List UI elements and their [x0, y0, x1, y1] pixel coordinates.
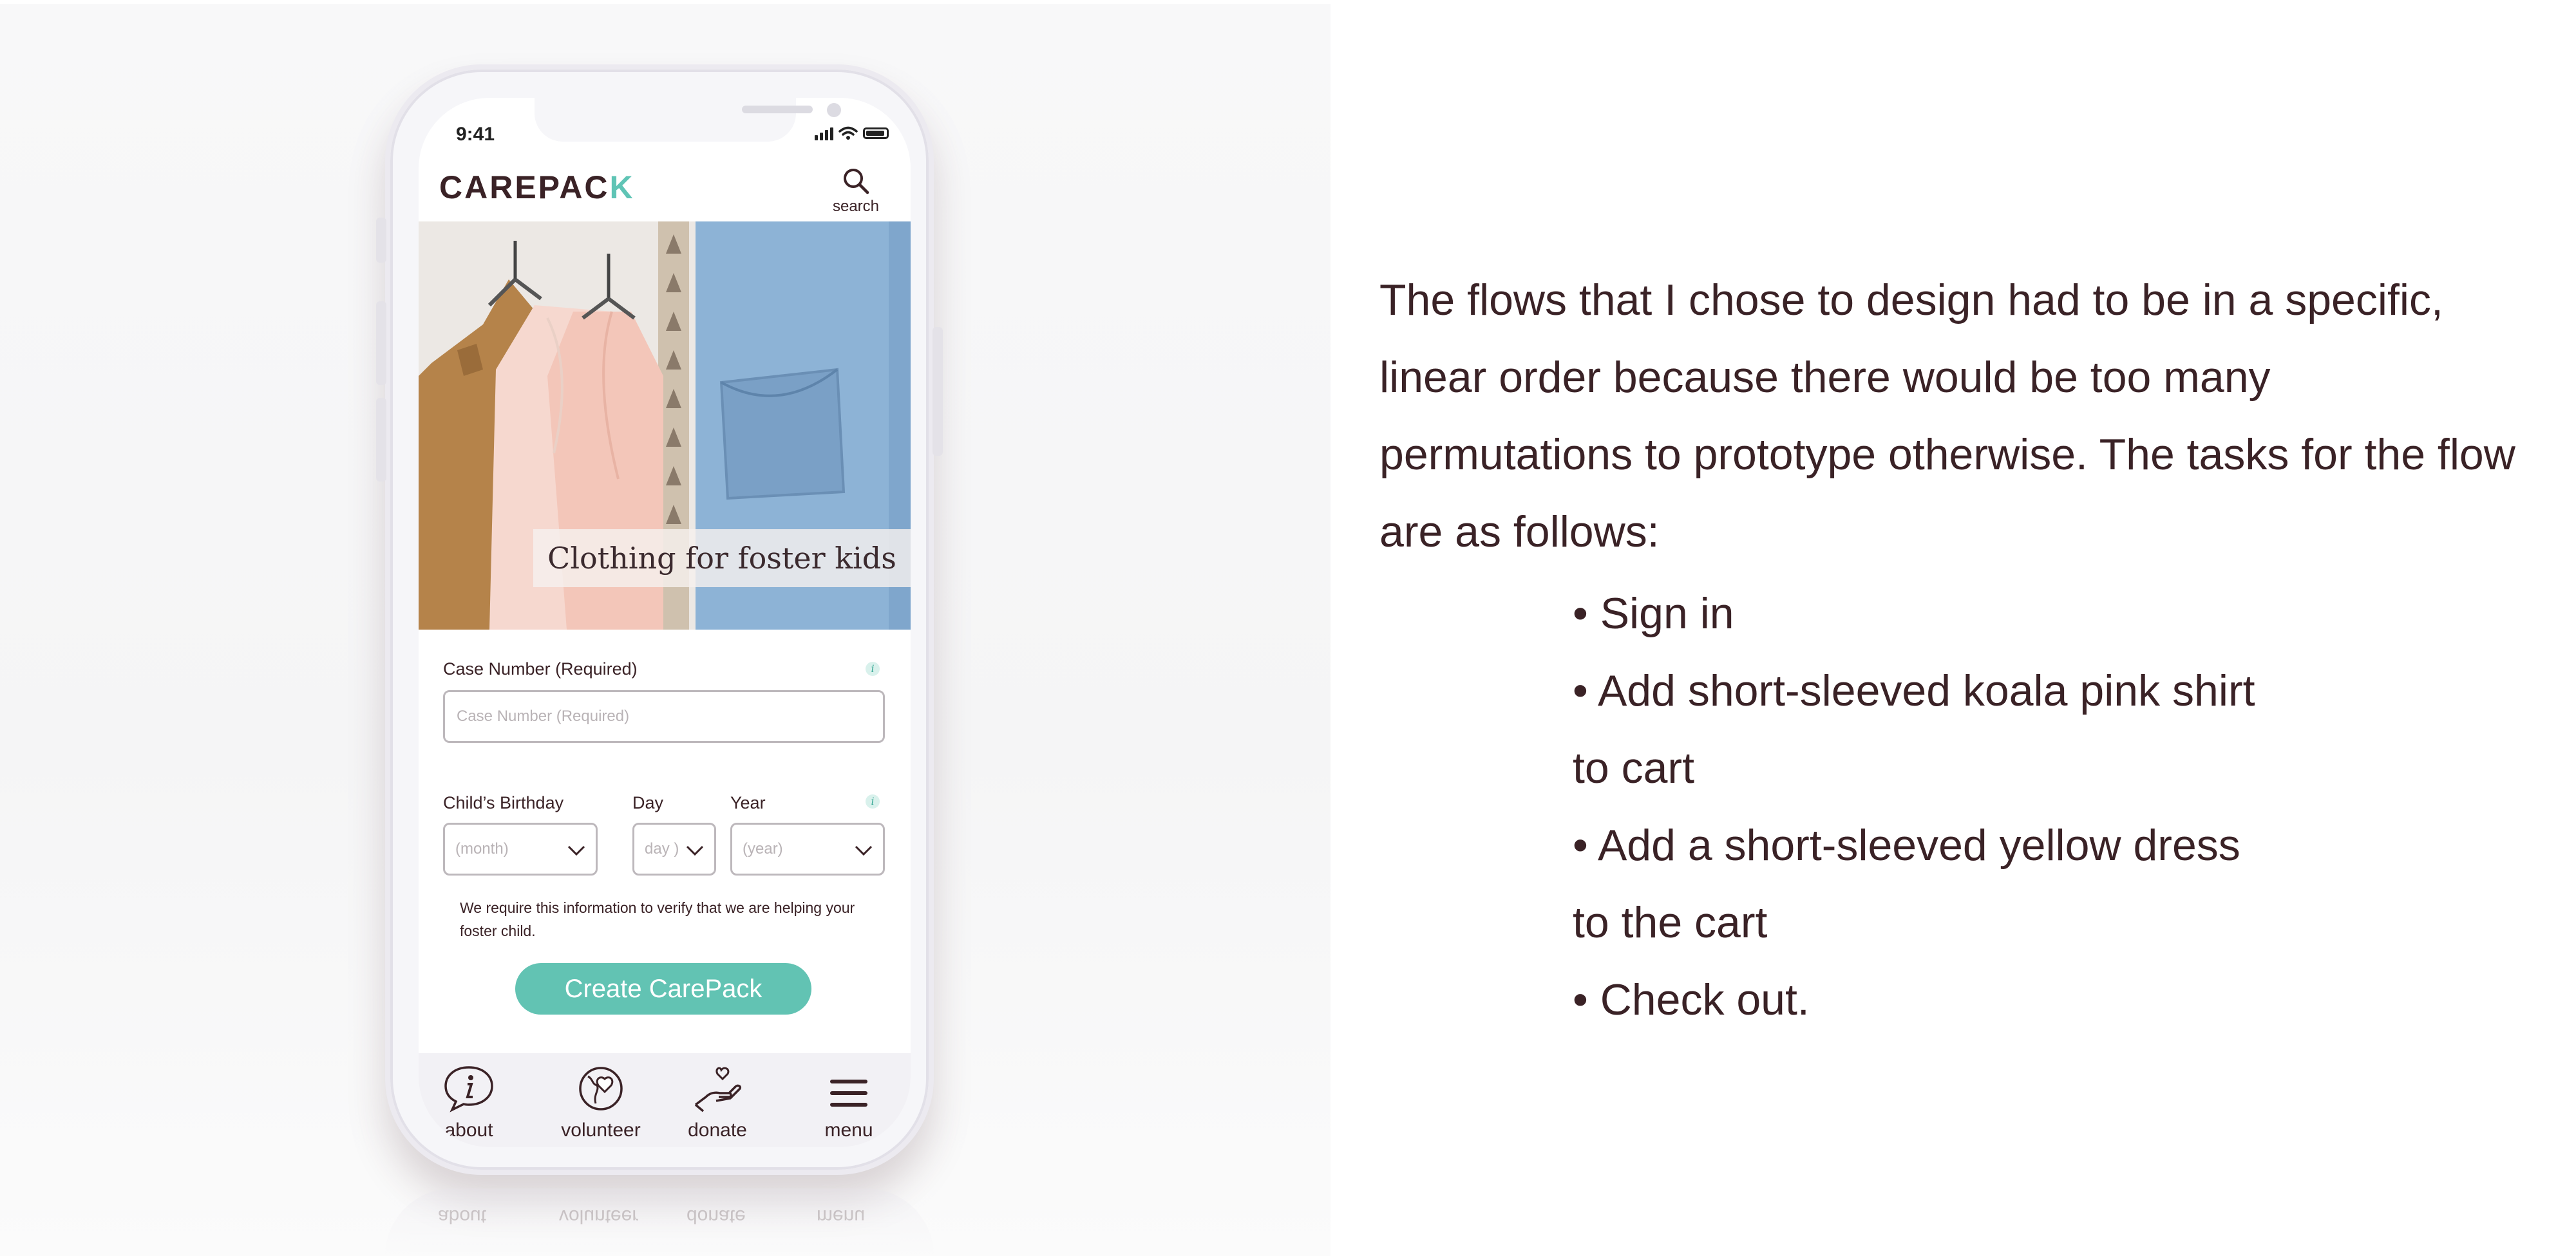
task-list: • Sign in • Add short-sleeved koala pink… — [1573, 575, 2281, 1038]
bottom-tab-bar: about volunteer donate menu — [419, 1053, 911, 1147]
case-number-info-icon[interactable]: i — [866, 662, 880, 676]
month-value: (month) — [455, 840, 509, 858]
tab-menu[interactable]: menu — [810, 1065, 887, 1141]
phone-notch — [535, 98, 841, 142]
flow-description: The flows that I chose to design had to … — [1379, 276, 2515, 556]
reflection-volunteer: volunteer — [559, 1206, 639, 1227]
hero-image: Clothing for foster kids — [419, 221, 911, 630]
task-item: • Add short-sleeved koala pink shirt to … — [1573, 666, 2255, 792]
task-item: • Add a short-sleeved yellow dress to th… — [1573, 821, 2240, 947]
task-item: • Check out. — [1573, 975, 1810, 1024]
tab-donate[interactable]: donate — [679, 1065, 756, 1141]
reflection-donate: donate — [687, 1206, 746, 1227]
logo-text: CAREPAC — [439, 169, 610, 205]
phone-reflection: about volunteer donate menu — [385, 1188, 934, 1256]
battery-icon — [863, 127, 889, 139]
phone-screen: 9:41 CAREPACK search Clothing for foster… — [419, 98, 911, 1147]
tab-volunteer[interactable]: volunteer — [553, 1065, 649, 1141]
case-number-label: Case Number (Required) — [443, 659, 638, 679]
helper-text: We require this information to verify th… — [460, 899, 855, 939]
hero-caption: Clothing for foster kids — [533, 529, 911, 587]
day-select[interactable]: day ) — [632, 823, 716, 876]
power-button — [933, 327, 943, 456]
birthday-info-icon[interactable]: i — [866, 794, 880, 809]
year-label: Year — [730, 793, 766, 812]
carepack-logo[interactable]: CAREPACK — [439, 169, 635, 206]
hand-heart-icon — [694, 1067, 742, 1112]
reflection-menu: menu — [817, 1206, 866, 1227]
chevron-down-icon — [567, 845, 585, 856]
mute-switch — [376, 218, 386, 263]
create-carepack-button[interactable]: Create CarePack — [515, 963, 811, 1015]
volume-up-button — [376, 301, 386, 385]
month-select[interactable]: (month) — [443, 823, 598, 876]
year-value: (year) — [743, 840, 783, 858]
chevron-down-icon — [855, 845, 873, 856]
year-select[interactable]: (year) — [730, 823, 885, 876]
chevron-down-icon — [686, 845, 704, 856]
tab-about-label: about — [444, 1120, 493, 1141]
status-icons — [815, 126, 889, 140]
globe-heart-icon — [579, 1067, 623, 1111]
reflection-labels: about volunteer donate menu — [413, 1201, 905, 1227]
front-camera — [827, 103, 841, 117]
birthday-label: Child’s Birthday — [443, 793, 564, 812]
search-icon — [844, 169, 869, 194]
day-value: day ) — [645, 840, 679, 858]
phone-mockup: 9:41 CAREPACK search Clothing for foster… — [376, 64, 943, 1175]
tab-about[interactable]: about — [435, 1065, 502, 1141]
volume-down-button — [376, 398, 386, 482]
task-item: • Sign in — [1573, 589, 1734, 638]
signal-icon — [815, 126, 833, 140]
speaker-grille — [742, 106, 813, 113]
info-bubble-icon — [444, 1066, 493, 1112]
tab-donate-label: donate — [688, 1120, 747, 1141]
wifi-icon — [838, 126, 858, 140]
search-label: search — [832, 198, 880, 215]
day-label: Day — [632, 793, 664, 812]
reflection-about: about — [438, 1206, 487, 1227]
case-number-input[interactable]: Case Number (Required) — [443, 690, 885, 743]
tab-menu-label: menu — [824, 1120, 873, 1141]
hamburger-menu-icon — [830, 1080, 867, 1107]
search-button[interactable]: search — [827, 166, 885, 216]
tab-volunteer-label: volunteer — [561, 1120, 641, 1141]
logo-accent: K — [609, 169, 635, 205]
status-time: 9:41 — [456, 124, 495, 145]
